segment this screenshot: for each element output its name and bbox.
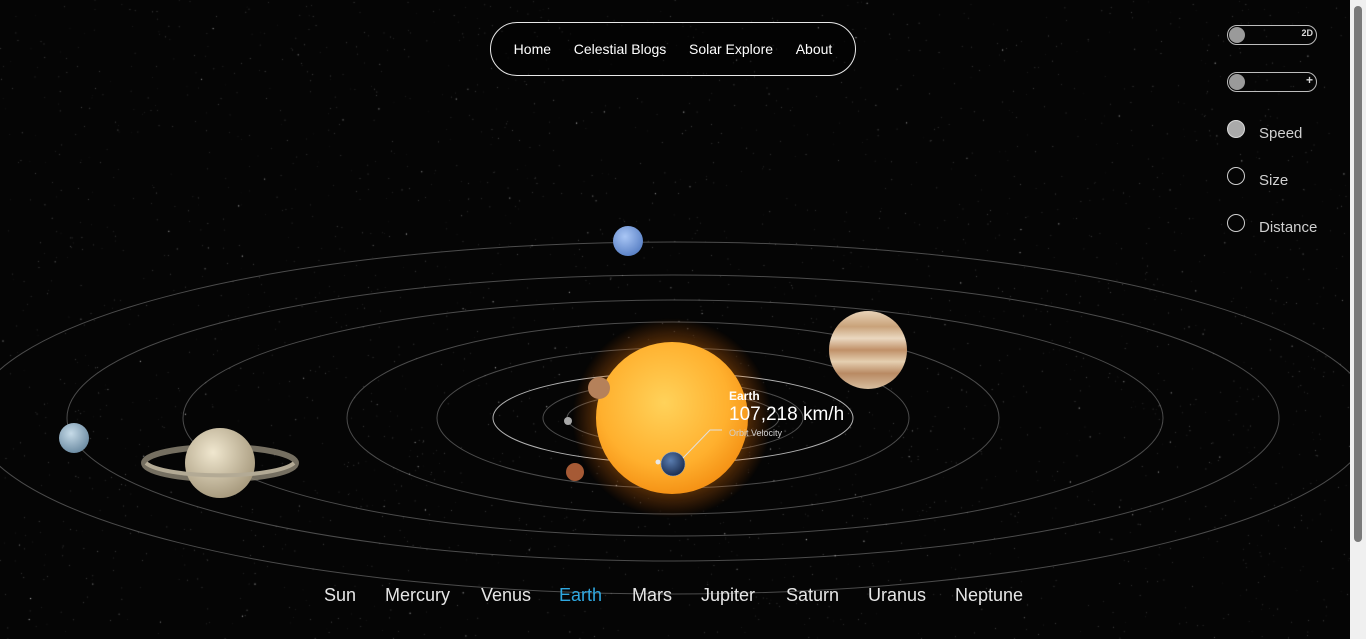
planet-selector-bar: Sun Mercury Venus Earth Mars Jupiter Sat… (0, 585, 1350, 611)
info-metric-label: Orbit Velocity (729, 428, 783, 438)
planet-link-mercury[interactable]: Mercury (385, 585, 450, 606)
zoom-toggle-knob (1229, 74, 1245, 90)
jupiter-planet[interactable] (829, 311, 907, 389)
radio-speed-label: Speed (1259, 125, 1303, 142)
planet-link-saturn[interactable]: Saturn (786, 585, 839, 606)
planet-link-uranus[interactable]: Uranus (868, 585, 926, 606)
top-navigation: Home Celestial Blogs Solar Explore About (490, 22, 856, 76)
page-scrollbar[interactable] (1350, 0, 1366, 639)
radio-size-button[interactable] (1227, 167, 1245, 185)
scrollbar-thumb[interactable] (1354, 6, 1362, 542)
planet-info-popup: Earth 107,218 km/h Orbit Velocity (729, 389, 844, 438)
planet-link-earth[interactable]: Earth (559, 585, 602, 606)
mercury-planet[interactable] (564, 417, 572, 425)
venus-planet[interactable] (588, 377, 610, 399)
nav-about-link[interactable]: About (796, 41, 833, 57)
radio-size-label: Size (1259, 172, 1289, 189)
radio-distance-label: Distance (1259, 219, 1318, 236)
nav-solar-explore-link[interactable]: Solar Explore (689, 41, 773, 57)
uranus-planet[interactable] (59, 423, 89, 453)
view-mode-toggle-label: 2D (1301, 28, 1313, 38)
earth-moon (655, 459, 661, 465)
planet-link-venus[interactable]: Venus (481, 585, 531, 606)
planet-link-mars[interactable]: Mars (632, 585, 672, 606)
solar-system-scene (0, 226, 1350, 595)
saturn-planet[interactable] (141, 428, 299, 498)
planet-link-sun[interactable]: Sun (324, 585, 356, 606)
radio-speed-button[interactable] (1227, 120, 1245, 138)
view-mode-toggle-knob (1229, 27, 1245, 43)
neptune-planet[interactable] (613, 226, 643, 256)
nav-celestial-blogs-link[interactable]: Celestial Blogs (574, 41, 667, 57)
info-planet-name: Earth (729, 389, 760, 403)
earth-planet[interactable] (660, 451, 686, 477)
zoom-toggle-label: + (1305, 73, 1313, 87)
radio-distance-button[interactable] (1227, 214, 1245, 232)
mars-planet[interactable] (566, 463, 584, 481)
planet-link-neptune[interactable]: Neptune (955, 585, 1023, 606)
planet-link-jupiter[interactable]: Jupiter (701, 585, 755, 606)
nav-home-link[interactable]: Home (514, 41, 551, 57)
info-metric-value: 107,218 km/h (729, 404, 845, 425)
zoom-toggle[interactable]: + (1227, 72, 1317, 92)
view-mode-toggle[interactable]: 2D (1227, 25, 1317, 45)
